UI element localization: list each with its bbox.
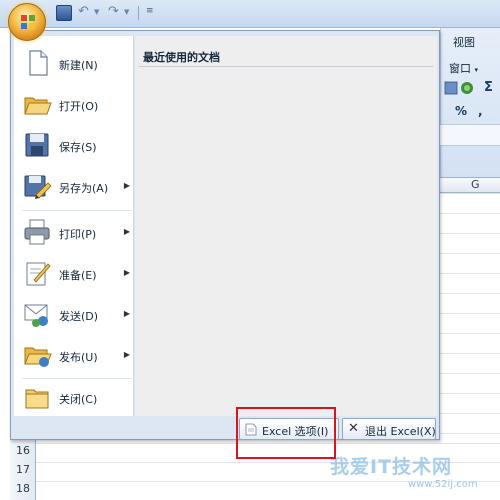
submenu-arrow-icon: ▶ bbox=[123, 350, 130, 359]
menu-item-open-label: 打开(O) bbox=[59, 100, 99, 113]
column-header-g[interactable]: G bbox=[471, 178, 480, 191]
row-header-17[interactable]: 17 bbox=[16, 463, 30, 476]
office-menu-commands: 新建(N) 打开(O) 保存(S) 另存为(A) ▶ 打印(P) ▶ 准备(E)… bbox=[14, 36, 134, 416]
exit-excel-button[interactable]: ✕ 退出 Excel(X) bbox=[342, 418, 436, 440]
menu-item-prepare-label: 准备(E) bbox=[59, 269, 97, 282]
menu-item-save-as-label: 另存为(A) bbox=[59, 182, 109, 195]
redo-icon[interactable]: ↷ bbox=[108, 5, 124, 21]
row-header-18[interactable]: 18 bbox=[16, 482, 30, 495]
menu-item-print-label: 打印(P) bbox=[59, 228, 97, 241]
submenu-arrow-icon: ▶ bbox=[123, 227, 130, 236]
send-icon bbox=[24, 304, 48, 327]
chevron-down-icon: ▾ bbox=[474, 66, 479, 74]
open-folder-icon bbox=[24, 97, 52, 115]
menu-item-open[interactable]: 打开(O) bbox=[17, 85, 134, 125]
menu-item-new[interactable]: 新建(N) bbox=[17, 44, 134, 84]
save-icon[interactable] bbox=[56, 5, 72, 21]
menu-item-close[interactable]: 关闭(C) bbox=[17, 378, 134, 418]
office-menu: 新建(N) 打开(O) 保存(S) 另存为(A) ▶ 打印(P) ▶ 准备(E)… bbox=[10, 30, 440, 440]
undo-icon[interactable]: ↶ bbox=[78, 5, 94, 21]
printer-icon bbox=[24, 219, 50, 245]
recent-documents-divider bbox=[139, 66, 433, 67]
sigma-icon[interactable]: Σ bbox=[484, 80, 493, 95]
office-menu-footer: Excel 选项(I) ✕ 退出 Excel(X) bbox=[11, 416, 439, 440]
menu-item-prepare[interactable]: 准备(E) ▶ bbox=[17, 254, 134, 294]
publish-icon bbox=[24, 347, 52, 367]
redo-dropdown-icon[interactable]: ▼ bbox=[124, 8, 129, 16]
menu-item-publish[interactable]: 发布(U) ▶ bbox=[17, 336, 134, 376]
exit-excel-label: 退出 Excel(X) bbox=[365, 425, 436, 438]
submenu-arrow-icon: ▶ bbox=[123, 181, 130, 190]
recent-documents-panel: 最近使用的文档 bbox=[135, 36, 437, 416]
toolbar-separator bbox=[138, 6, 139, 20]
menu-item-save[interactable]: 保存(S) bbox=[17, 126, 134, 166]
submenu-arrow-icon: ▶ bbox=[123, 268, 130, 277]
save-as-icon bbox=[24, 175, 52, 199]
customize-toolbar-icon[interactable]: ≡ bbox=[146, 6, 154, 16]
menu-item-send[interactable]: 发送(D) ▶ bbox=[17, 295, 134, 335]
close-icon: ✕ bbox=[348, 421, 359, 436]
menu-item-print[interactable]: 打印(P) ▶ bbox=[17, 213, 134, 253]
submenu-arrow-icon: ▶ bbox=[123, 309, 130, 318]
watermark-text: 我爱IT技术网 bbox=[330, 456, 453, 478]
recent-documents-title: 最近使用的文档 bbox=[143, 51, 220, 64]
highlight-annotation bbox=[236, 407, 336, 459]
ribbon-area bbox=[440, 28, 500, 178]
menu-separator bbox=[22, 210, 132, 211]
window-group-button[interactable]: 窗口 ▾ bbox=[449, 60, 478, 76]
undo-dropdown-icon[interactable]: ▼ bbox=[94, 8, 99, 16]
close-folder-icon bbox=[25, 389, 49, 409]
office-logo-icon bbox=[21, 15, 35, 29]
prepare-icon bbox=[26, 262, 51, 286]
row-header-16[interactable]: 16 bbox=[16, 444, 30, 457]
quick-access-toolbar: ↶ ▼ ↷ ▼ ≡ bbox=[0, 0, 500, 28]
watermark-url: www.52ij.com bbox=[408, 479, 478, 490]
comma-style-icon[interactable]: , bbox=[478, 104, 483, 118]
percent-icon[interactable]: % bbox=[455, 104, 467, 118]
menu-item-save-label: 保存(S) bbox=[59, 141, 97, 154]
office-button[interactable] bbox=[8, 3, 46, 41]
new-document-icon bbox=[29, 50, 48, 76]
column-header bbox=[440, 177, 500, 193]
formula-bar[interactable] bbox=[440, 124, 500, 146]
menu-item-new-label: 新建(N) bbox=[59, 59, 98, 72]
save-disk-icon bbox=[25, 133, 49, 157]
menu-item-publish-label: 发布(U) bbox=[59, 351, 98, 364]
window-group-label: 窗口 bbox=[449, 62, 471, 75]
menu-item-close-label: 关闭(C) bbox=[59, 393, 98, 406]
tab-view[interactable]: 视图 bbox=[453, 34, 475, 50]
menu-item-send-label: 发送(D) bbox=[59, 310, 99, 323]
worksheet-grid[interactable] bbox=[440, 193, 500, 443]
menu-item-save-as[interactable]: 另存为(A) ▶ bbox=[17, 167, 134, 207]
